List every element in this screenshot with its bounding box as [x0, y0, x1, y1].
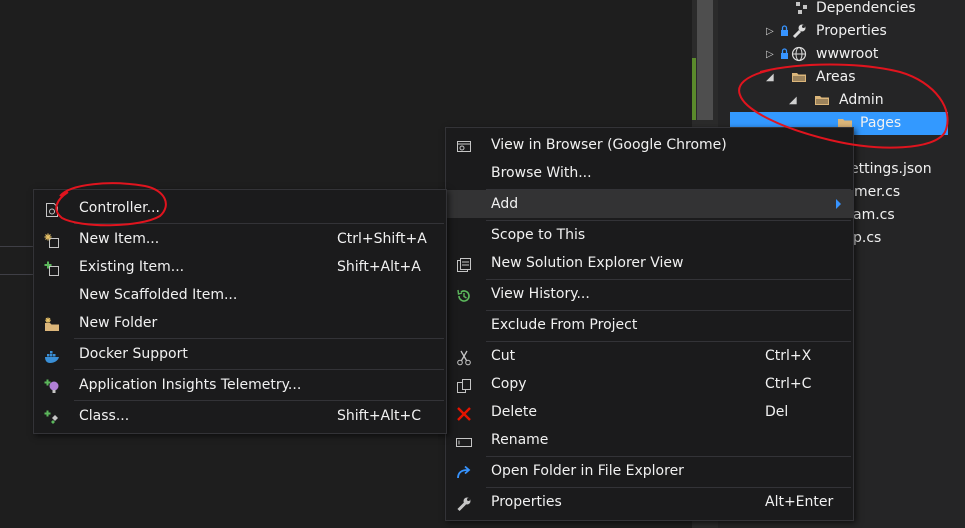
annotation-circle-controller: [55, 182, 167, 227]
annotation-circle-areas: [738, 63, 949, 149]
annotation-overlay: [55, 63, 949, 227]
